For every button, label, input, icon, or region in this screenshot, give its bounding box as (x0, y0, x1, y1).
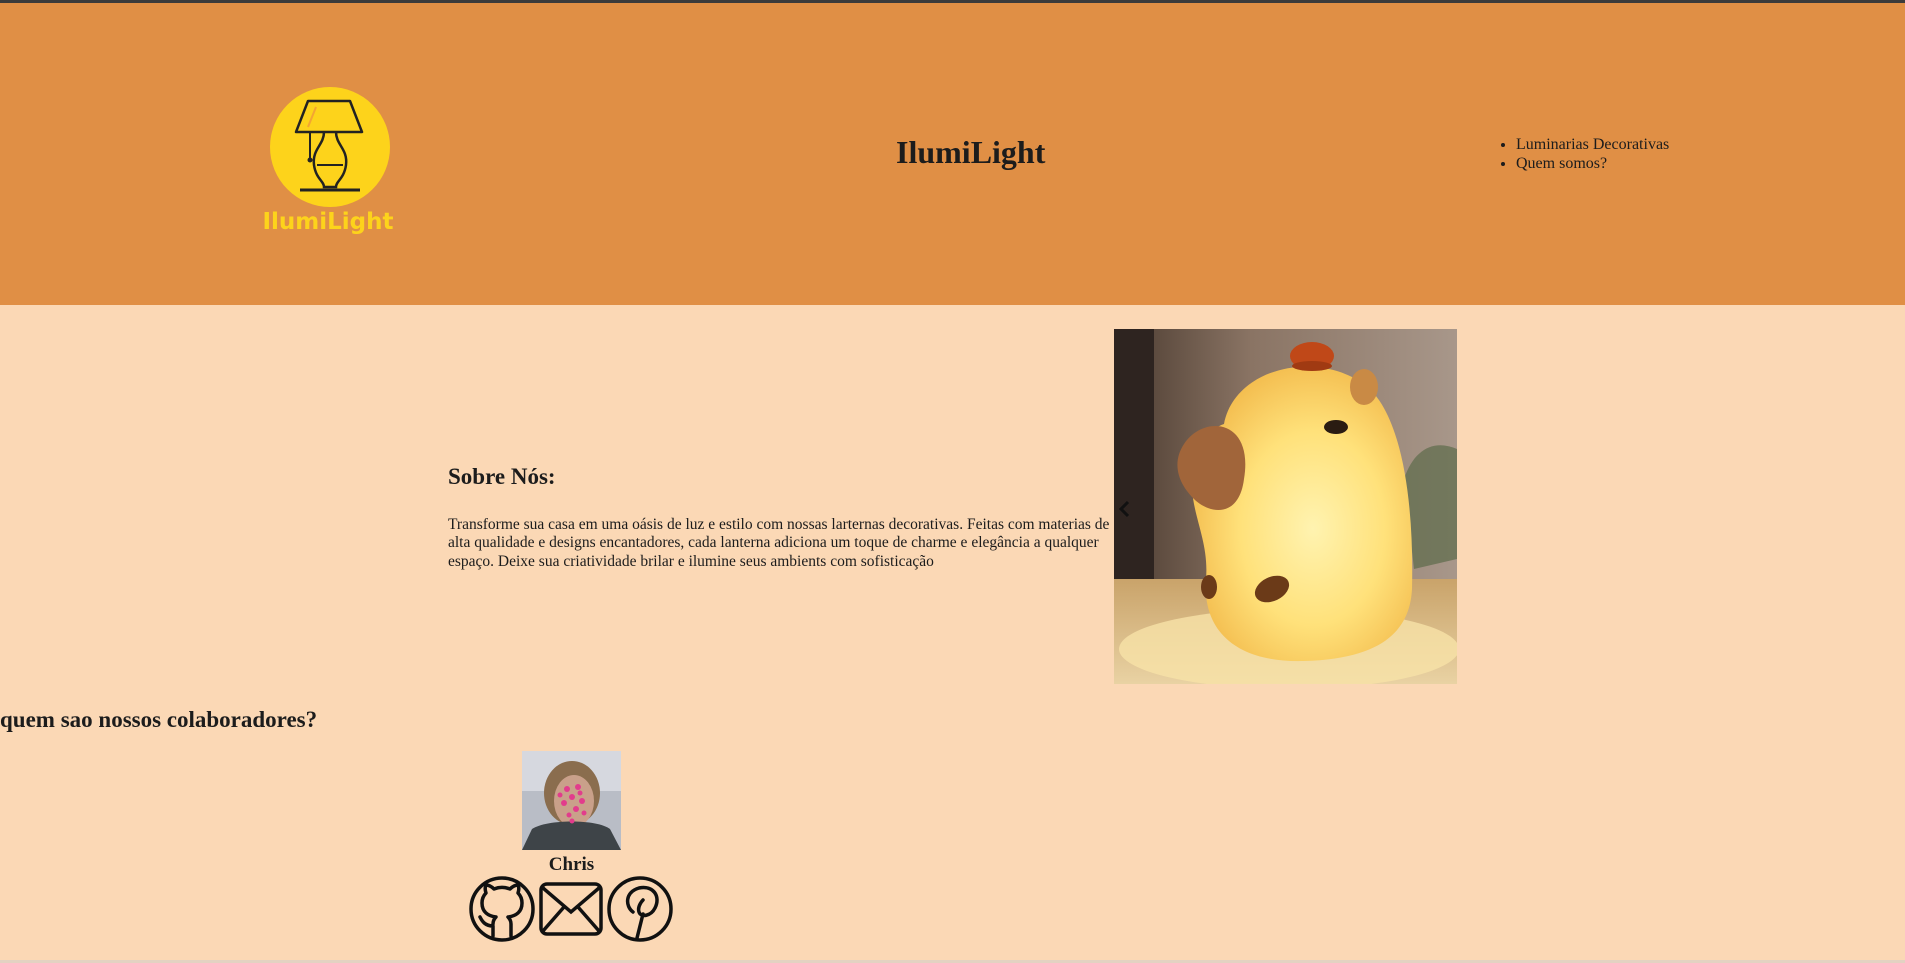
site-header: IlumiLight IlumiLight Luminarias Decorat… (0, 3, 1905, 305)
github-link[interactable] (469, 876, 535, 942)
collaborator-socials (469, 876, 674, 942)
collaborators-title: quem sao nossos colaboradores? (0, 707, 318, 732)
logo-text: IlumiLight (262, 209, 393, 235)
nav-link-quem-somos[interactable]: Quem somos? (1516, 155, 1607, 172)
nav-item-luminarias: Luminarias Decorativas (1516, 136, 1669, 155)
mail-icon (539, 882, 603, 936)
capybara-lamp-image (1114, 329, 1457, 684)
collaborator-photo (522, 751, 621, 850)
pinterest-icon (607, 876, 673, 942)
about-title: Sobre Nós: (448, 464, 556, 489)
carousel-prev-button[interactable] (1116, 499, 1134, 519)
site-logo[interactable]: IlumiLight (262, 87, 394, 239)
github-icon (469, 876, 535, 942)
nav-item-quem-somos: Quem somos? (1516, 155, 1669, 174)
email-link[interactable] (538, 876, 604, 942)
site-title: IlumiLight (896, 134, 1046, 170)
collaborator-name: Chris (548, 854, 595, 875)
chevron-left-icon (1118, 500, 1130, 518)
nav-link-luminarias[interactable]: Luminarias Decorativas (1516, 136, 1669, 153)
about-text: Transforme sua casa em uma oásis de luz … (448, 516, 1110, 570)
product-carousel[interactable] (1114, 329, 1457, 684)
pinterest-link[interactable] (607, 876, 673, 942)
